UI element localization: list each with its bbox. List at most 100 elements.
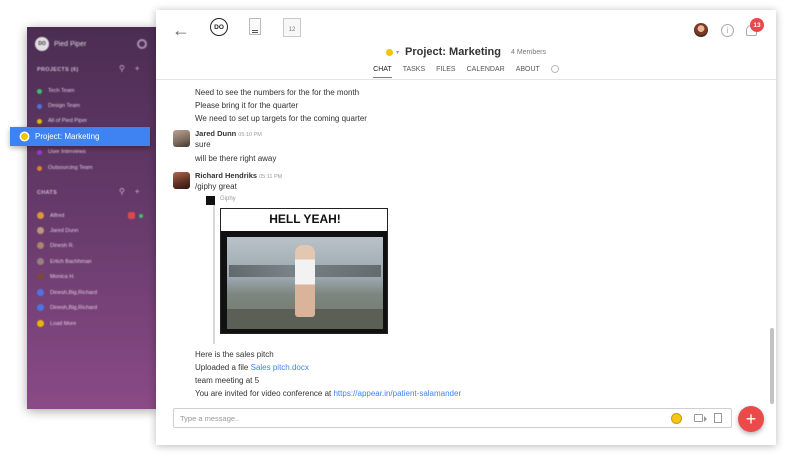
notification-badge: 13	[750, 18, 764, 32]
status-dot-icon	[37, 165, 42, 171]
sidebar-item-project-marketing[interactable]: Project: Marketing	[10, 127, 150, 146]
tab-files[interactable]: FILES	[436, 66, 455, 78]
sidebar-item-label: Tech Team	[48, 88, 75, 94]
member-count[interactable]: 4 Members	[511, 49, 546, 56]
emoji-icon[interactable]	[671, 413, 682, 424]
author-name: Jared Dunn	[195, 129, 237, 138]
chat-item-monica[interactable]: Monica H.	[37, 273, 75, 280]
add-icon[interactable]: +	[135, 187, 140, 196]
chat-item-alfred[interactable]: Alfred	[37, 212, 64, 219]
lightbulb-icon	[37, 320, 44, 327]
chat-item-erlich[interactable]: Erlich Bachhman	[37, 258, 92, 265]
chat-item-label: Dinesh,Big,Richard	[50, 289, 98, 296]
chat-window: ← DO 12 i 13 ▾ Project: Marketing 4 Memb…	[156, 10, 776, 445]
app-stage: DO Pied Piper PROJECTS (6) ⚲ + Tech Team…	[0, 0, 800, 460]
tab-tasks[interactable]: TASKS	[403, 66, 425, 78]
search-icon[interactable]: ⚲	[119, 187, 125, 196]
message-text: Need to see the numbers for the for the …	[195, 88, 360, 97]
avatar[interactable]	[694, 23, 708, 37]
sidebar-item-label: User Interviews	[48, 149, 86, 155]
sidebar-item-tech-team[interactable]: Tech Team	[37, 88, 75, 94]
search-icon[interactable]: ⚲	[119, 64, 125, 73]
message-text: We need to set up targets for the coming…	[195, 114, 367, 123]
info-icon[interactable]: i	[721, 24, 734, 37]
avatar[interactable]	[173, 130, 190, 147]
chats-header: CHATS	[37, 190, 58, 196]
avatar	[37, 227, 44, 234]
file-link[interactable]: Sales pitch.docx	[251, 363, 309, 372]
chevron-down-icon[interactable]: ▾	[396, 49, 399, 56]
team-switcher[interactable]: DO Pied Piper	[35, 37, 86, 51]
sidebar-item-all-pied-piper[interactable]: All of Pied Piper	[37, 118, 87, 124]
sidebar-item-label: Design Team	[48, 103, 80, 109]
arrow-left-icon[interactable]: ←	[172, 20, 190, 41]
attachment-rule	[213, 196, 215, 344]
status-dot-icon	[37, 103, 42, 109]
chat-item-jared[interactable]: Jared Dunn	[37, 227, 78, 234]
chat-item-label: Dinesh,Big,Richard	[50, 304, 98, 311]
scrollbar-thumb[interactable]	[770, 328, 774, 404]
sidebar-item-design-team[interactable]: Design Team	[37, 103, 80, 109]
gif-image[interactable]: HELL YEAH!	[220, 208, 388, 334]
unread-badge	[128, 212, 135, 219]
sidebar-item-label: All of Pied Piper	[48, 118, 88, 124]
sidebar-item-user-interviews[interactable]: User Interviews	[37, 149, 86, 155]
channel-tabs: CHAT TASKS FILES CALENDAR ABOUT	[156, 65, 776, 78]
gif-figure	[295, 245, 315, 317]
online-indicator	[139, 214, 143, 218]
team-sidebar: DO Pied Piper PROJECTS (6) ⚲ + Tech Team…	[27, 27, 157, 409]
message-text: sure	[195, 140, 211, 149]
tab-calendar[interactable]: CALENDAR	[467, 66, 505, 78]
gif-caption: HELL YEAH!	[269, 212, 341, 226]
chats-actions: ⚲ +	[119, 187, 140, 196]
gif-frame	[221, 231, 387, 333]
message-input[interactable]	[174, 409, 654, 427]
document-icon[interactable]	[249, 18, 261, 35]
avatar[interactable]	[173, 172, 190, 189]
file-icon[interactable]	[714, 413, 722, 423]
avatar	[37, 212, 44, 219]
avatar	[37, 242, 44, 249]
message-text: Please bring it for the quarter	[195, 101, 299, 110]
gear-icon[interactable]	[550, 65, 559, 73]
message-text: You are invited for video conference at …	[195, 389, 461, 398]
chat-item-label: Monica H.	[50, 273, 75, 280]
load-more-label: Load More	[50, 320, 77, 327]
giphy-logo-icon	[206, 196, 215, 205]
sidebar-item-outsourcing-team[interactable]: Outsourcing Team	[37, 165, 93, 171]
message-time: 05:10 PM	[238, 132, 262, 138]
calendar-icon[interactable]: 12	[283, 18, 301, 37]
avatar	[37, 258, 44, 265]
message-list: Need to see the numbers for the for the …	[156, 82, 776, 402]
team-logo: DO	[35, 37, 49, 51]
message-author[interactable]: Jared Dunn 05:10 PM	[195, 129, 262, 138]
message-author[interactable]: Richard Hendriks 05:11 PM	[195, 171, 282, 180]
tab-chat[interactable]: CHAT	[373, 66, 392, 78]
author-name: Richard Hendriks	[195, 171, 258, 180]
add-icon[interactable]: +	[135, 64, 140, 73]
chat-item-group-2[interactable]: Dinesh,Big,Richard	[37, 304, 97, 311]
video-icon[interactable]	[694, 414, 707, 422]
message-text-prefix: You are invited for video conference at	[195, 389, 332, 398]
message-composer	[173, 408, 732, 428]
chat-item-group-1[interactable]: Dinesh,Big,Richard	[37, 289, 97, 296]
sidebar-item-label: Outsourcing Team	[48, 165, 93, 171]
message-text: /giphy great	[195, 182, 237, 191]
channel-title: Project: Marketing	[405, 46, 501, 58]
app-logo-icon[interactable]: DO	[210, 18, 228, 36]
avatar	[37, 289, 44, 296]
tab-about[interactable]: ABOUT	[516, 66, 540, 78]
status-dot-icon	[21, 133, 28, 140]
message-text: will be there right away	[195, 154, 277, 163]
team-name: Pied Piper	[54, 40, 87, 48]
chat-item-label: Erlich Bachhman	[50, 258, 92, 265]
add-button[interactable]: +	[738, 406, 764, 432]
chat-item-dinesh[interactable]: Dinesh R.	[37, 242, 74, 249]
load-more-link[interactable]: Load More	[37, 320, 76, 327]
status-dot-icon	[37, 149, 42, 155]
projects-actions: ⚲ +	[119, 64, 140, 73]
gear-icon[interactable]	[137, 39, 147, 49]
conference-link[interactable]: https://appear.in/patient-salamander	[333, 389, 461, 398]
channel-status-icon[interactable]	[386, 48, 393, 56]
status-dot-icon	[37, 88, 42, 94]
